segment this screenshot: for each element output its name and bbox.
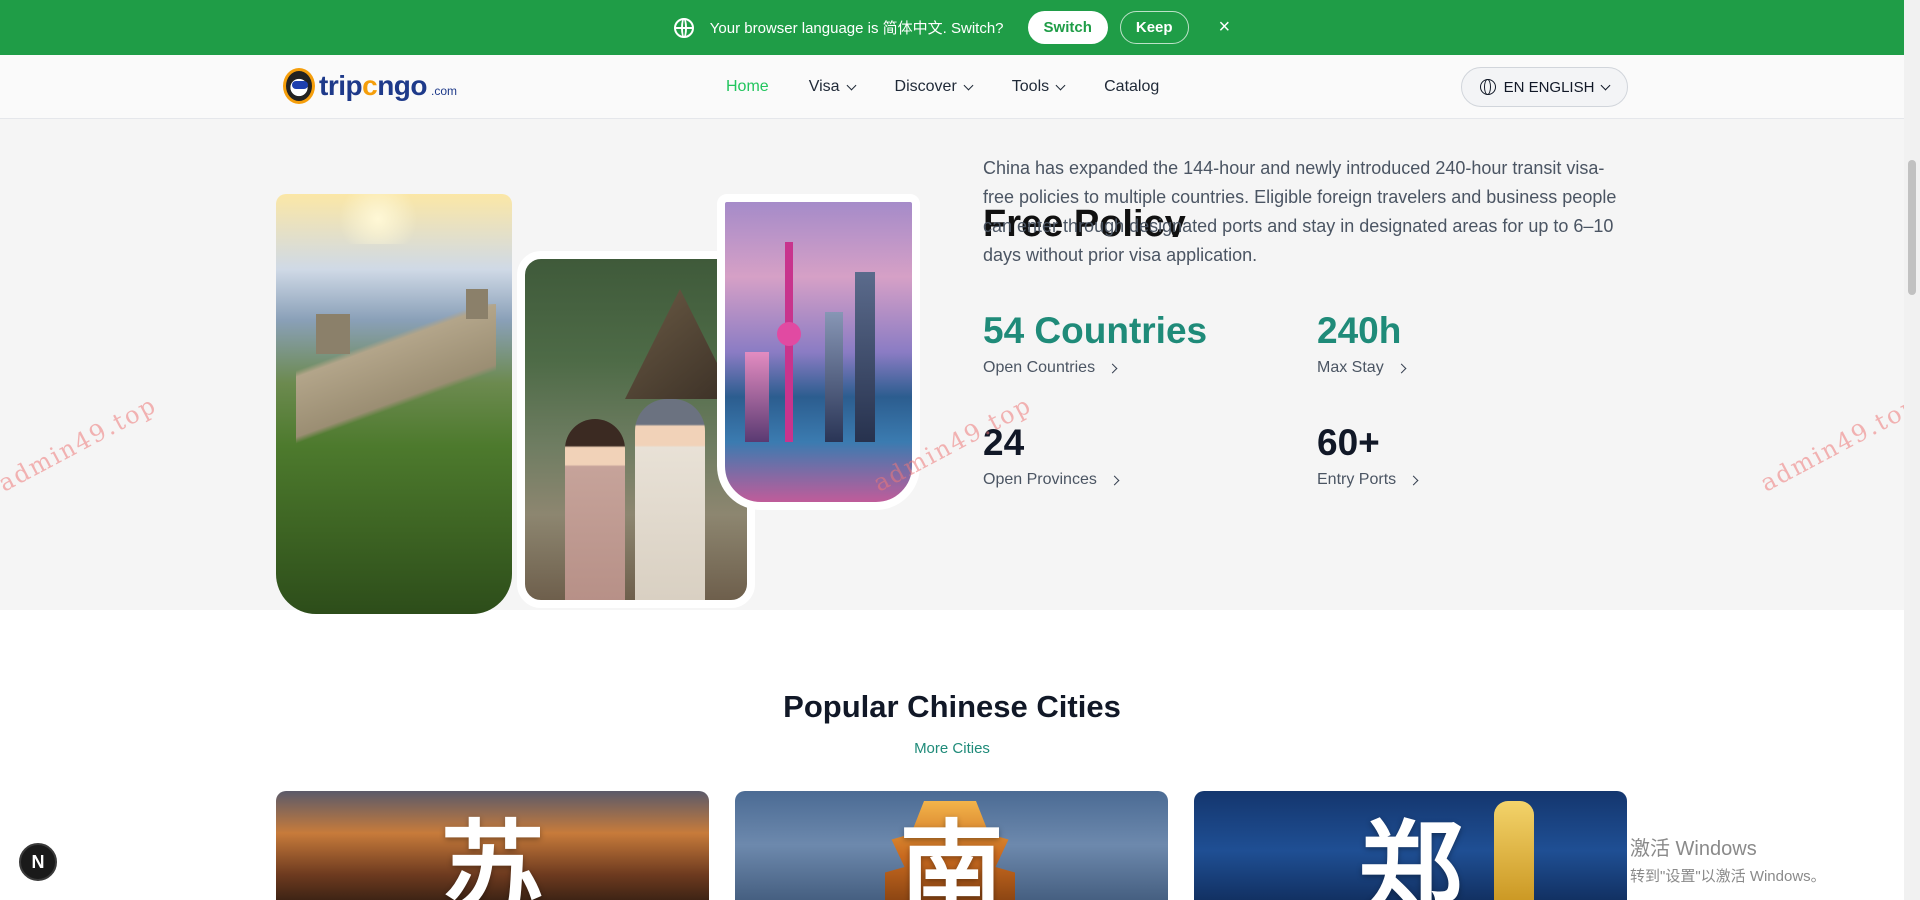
- stat-open-countries: 54 Countries Open Countries: [983, 309, 1207, 377]
- page-scrollbar[interactable]: [1904, 0, 1920, 900]
- language-banner: Your browser language is 简体中文. Switch? S…: [0, 0, 1904, 55]
- stat-link-max-stay[interactable]: Max Stay: [1317, 359, 1407, 377]
- close-icon[interactable]: ×: [1219, 16, 1231, 39]
- switch-language-button[interactable]: Switch: [1027, 11, 1108, 44]
- city-calligraphy: 郑: [1358, 808, 1463, 900]
- chevron-down-icon: [1600, 80, 1611, 90]
- stat-open-provinces: 24 Open Provinces: [983, 421, 1120, 489]
- chevron-right-icon: [1109, 475, 1120, 485]
- globe-icon: [1479, 79, 1496, 95]
- stat-entry-ports: 60+ Entry Ports: [1317, 421, 1419, 489]
- scrollbar-thumb[interactable]: [1908, 160, 1916, 295]
- more-cities-link[interactable]: More Cities: [0, 740, 1904, 757]
- chevron-right-icon: [1396, 363, 1407, 373]
- chevron-down-icon: [963, 80, 974, 90]
- keep-language-button[interactable]: Keep: [1119, 11, 1189, 44]
- nav-item-discover[interactable]: Discover: [895, 78, 974, 96]
- shanghai-skyline-photo: [717, 194, 920, 510]
- nav-item-home[interactable]: Home: [726, 78, 769, 96]
- panda-logo-icon: [283, 68, 315, 104]
- language-selector[interactable]: EN ENGLISH: [1461, 67, 1628, 107]
- chevron-down-icon: [1055, 80, 1066, 90]
- stat-value: 60+: [1317, 422, 1380, 463]
- language-selector-label: EN ENGLISH: [1503, 78, 1595, 96]
- nav-item-catalog[interactable]: Catalog: [1104, 78, 1159, 96]
- language-banner-message: Your browser language is 简体中文. Switch?: [709, 20, 1004, 37]
- visa-free-section: Free Policy China has expanded the 144-h…: [0, 119, 1904, 614]
- chevron-right-icon: [1107, 363, 1118, 373]
- stat-max-stay: 240h Max Stay: [1317, 309, 1407, 377]
- windows-activation-title: 激活 Windows: [1630, 838, 1757, 860]
- stat-link-open-countries[interactable]: Open Countries: [983, 359, 1207, 377]
- globe-icon: [673, 17, 694, 38]
- stat-link-entry-ports[interactable]: Entry Ports: [1317, 471, 1419, 489]
- stat-value: 54 Countries: [983, 310, 1208, 351]
- city-calligraphy: 苏: [440, 808, 545, 900]
- stat-value: 24: [983, 422, 1025, 463]
- chevron-down-icon: [846, 80, 856, 90]
- windows-activation-notice: 激活 Windows 转到"设置"以激活 Windows。: [1630, 832, 1826, 886]
- logo-suffix: .com: [431, 84, 458, 98]
- nav-item-tools[interactable]: Tools: [1012, 78, 1066, 96]
- site-logo[interactable]: tripcngo .com: [283, 68, 457, 104]
- stat-value: 240h: [1317, 310, 1402, 351]
- stat-link-open-provinces[interactable]: Open Provinces: [983, 471, 1120, 489]
- nextjs-dev-badge[interactable]: N: [19, 843, 57, 881]
- city-card-suzhou[interactable]: 苏: [276, 791, 709, 900]
- great-wall-photo: [276, 194, 512, 614]
- main-nav: Home Visa Discover Tools Catalog: [726, 55, 1159, 119]
- windows-activation-subtitle: 转到"设置"以激活 Windows。: [1630, 868, 1826, 885]
- popular-cities-title: Popular Chinese Cities: [783, 689, 1121, 724]
- city-card-zhengzhou[interactable]: 郑: [1194, 791, 1627, 900]
- visa-policy-description: China has expanded the 144-hour and newl…: [983, 158, 1617, 265]
- logo-text: tripcngo: [319, 70, 427, 101]
- city-calligraphy: 南: [899, 808, 1004, 900]
- nav-item-visa[interactable]: Visa: [809, 78, 856, 96]
- city-card-nanjing[interactable]: 南: [735, 791, 1168, 900]
- navbar: tripcngo .com Home Visa Discover Tools C…: [0, 55, 1904, 119]
- chevron-right-icon: [1408, 475, 1419, 485]
